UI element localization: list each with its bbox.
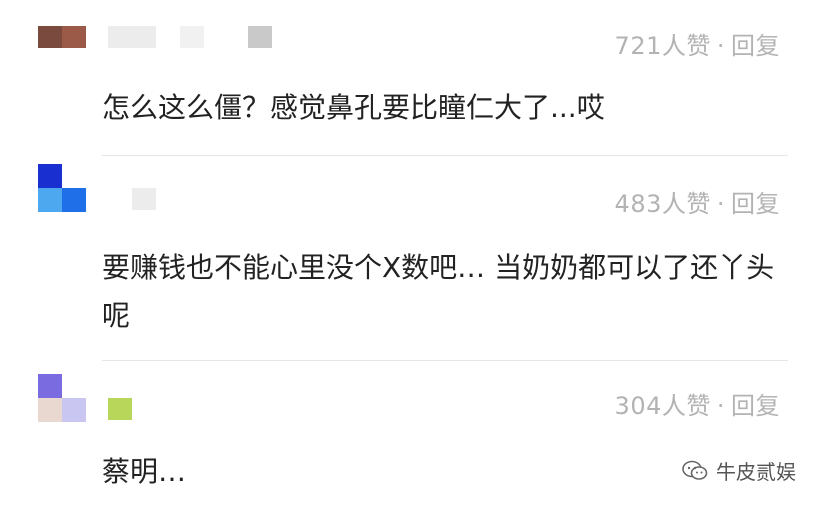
comment-text: 要赚钱也不能心里没个X数吧… 当奶奶都可以了还丫头呢	[102, 251, 775, 332]
username[interactable]	[108, 26, 278, 48]
avatar[interactable]	[38, 26, 86, 48]
username[interactable]	[108, 398, 132, 420]
like-count[interactable]: 304人赞	[615, 392, 711, 420]
watermark-text: 牛皮贰娱	[716, 460, 796, 484]
like-count[interactable]: 483人赞	[615, 190, 711, 218]
watermark: 牛皮贰娱	[682, 456, 796, 485]
comment-text: 怎么这么僵？感觉鼻孔要比瞳仁大了...哎	[102, 91, 605, 124]
meta-separator: ·	[716, 190, 725, 218]
divider	[102, 360, 788, 361]
wechat-icon	[682, 460, 708, 480]
reply-button[interactable]: 回复	[731, 190, 780, 218]
reply-button[interactable]: 回复	[731, 32, 780, 60]
comment-meta: 483人赞 · 回复	[615, 184, 780, 219]
comment-meta: 304人赞 · 回复	[615, 386, 780, 421]
meta-separator: ·	[716, 392, 725, 420]
divider	[102, 155, 788, 156]
reply-button[interactable]: 回复	[731, 392, 780, 420]
avatar[interactable]	[38, 164, 86, 212]
like-count[interactable]: 721人赞	[615, 32, 711, 60]
username[interactable]	[132, 188, 156, 210]
avatar[interactable]	[38, 374, 86, 422]
comment-meta: 721人赞 · 回复	[615, 26, 780, 61]
meta-separator: ·	[716, 32, 725, 60]
